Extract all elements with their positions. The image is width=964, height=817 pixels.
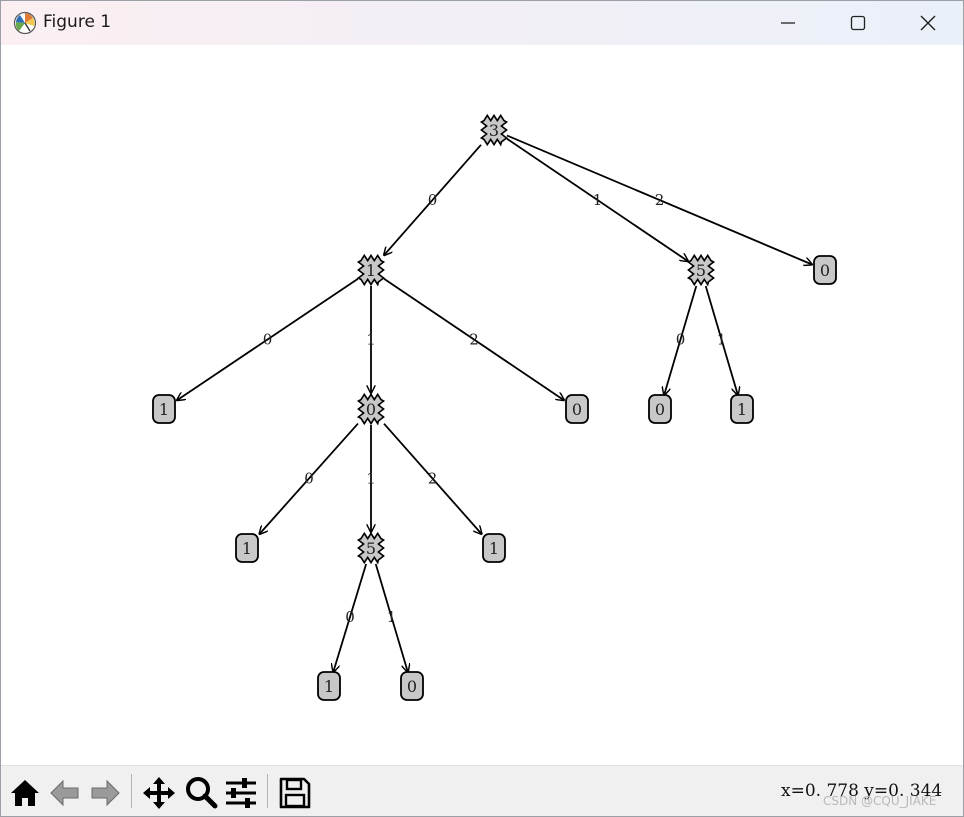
node-label: 5 — [696, 261, 706, 280]
zoom-button[interactable] — [183, 775, 219, 811]
decision-node: 5 — [686, 253, 716, 287]
node-label: 5 — [366, 539, 376, 558]
maximize-button[interactable] — [823, 1, 893, 45]
node-label: 0 — [572, 400, 582, 419]
matplotlib-logo-icon — [13, 11, 37, 35]
figure-window: Figure 1 0 1 2 0 1 2 0 1 0 1 2 0 1 3 1 5 0 1 0 0 0 1… — [0, 0, 964, 817]
leaf-node: 1 — [235, 533, 259, 563]
minimize-button[interactable] — [753, 1, 823, 45]
configure-subplots-icon — [226, 778, 256, 808]
toolbar-separator — [131, 774, 132, 808]
navigation-toolbar: x=0. 778 y=0. 344 CSDN @CQU_JIAKE — [1, 765, 963, 816]
leaf-node: 1 — [152, 394, 176, 424]
edge-label: 1 — [717, 331, 727, 349]
node-label: 0 — [366, 400, 376, 419]
configure-subplots-button[interactable] — [223, 775, 259, 811]
decision-node: 0 — [356, 392, 386, 426]
edge-label: 0 — [428, 191, 438, 209]
decision-node: 3 — [479, 113, 509, 147]
close-icon — [920, 15, 936, 31]
save-button[interactable] — [277, 775, 313, 811]
edge-label: 0 — [345, 608, 355, 626]
edge-label: 1 — [387, 608, 397, 626]
decision-node: 1 — [356, 253, 386, 287]
leaf-node: 0 — [400, 671, 424, 701]
edge-label: 0 — [263, 331, 273, 349]
leaf-node: 1 — [482, 533, 506, 563]
csdn-watermark: CSDN @CQU_JIAKE — [823, 794, 937, 808]
node-label: 3 — [489, 121, 499, 140]
node-label: 0 — [820, 261, 830, 280]
node-label: 1 — [489, 539, 499, 558]
edge-label: 2 — [655, 191, 665, 209]
zoom-magnifier-icon — [186, 777, 218, 809]
leaf-node: 0 — [565, 394, 589, 424]
node-label: 0 — [407, 677, 417, 696]
forward-button[interactable] — [87, 775, 123, 811]
window-title: Figure 1 — [43, 12, 112, 32]
edge-label: 1 — [366, 331, 376, 349]
edge-label: 1 — [366, 470, 376, 488]
leaf-node: 0 — [648, 394, 672, 424]
node-label: 1 — [324, 677, 334, 696]
node-label: 1 — [366, 261, 376, 280]
leaf-node: 0 — [813, 255, 837, 285]
toolbar-separator — [267, 774, 268, 808]
edge-label: 0 — [676, 331, 686, 349]
back-arrow-icon — [50, 779, 79, 807]
decision-node: 5 — [356, 531, 386, 565]
node-label: 1 — [159, 400, 169, 419]
pan-move-icon — [143, 777, 175, 809]
minimize-icon — [781, 22, 795, 24]
back-button[interactable] — [47, 775, 83, 811]
node-label: 1 — [737, 400, 747, 419]
node-label: 0 — [655, 400, 665, 419]
maximize-icon — [850, 15, 866, 31]
pan-button[interactable] — [141, 775, 177, 811]
save-floppy-icon — [279, 777, 311, 809]
node-label: 1 — [242, 539, 252, 558]
home-icon — [11, 780, 39, 806]
edge-label: 1 — [593, 191, 603, 209]
leaf-node: 1 — [730, 394, 754, 424]
figure-canvas[interactable]: 0 1 2 0 1 2 0 1 0 1 2 0 1 3 1 5 0 1 0 0 0 1 1 5 1 1 0 — [1, 45, 963, 765]
home-button[interactable] — [7, 775, 43, 811]
decision-tree-plot: 0 1 2 0 1 2 0 1 0 1 2 0 1 3 1 5 0 1 0 0 0 1 1 5 1 1 0 — [152, 113, 837, 701]
forward-arrow-icon — [91, 779, 120, 807]
edge-label: 2 — [469, 331, 479, 349]
leaf-node: 1 — [317, 671, 341, 701]
title-bar[interactable]: Figure 1 — [1, 1, 963, 45]
close-button[interactable] — [893, 1, 963, 45]
edge-label: 2 — [428, 470, 438, 488]
edge-label: 0 — [304, 470, 314, 488]
